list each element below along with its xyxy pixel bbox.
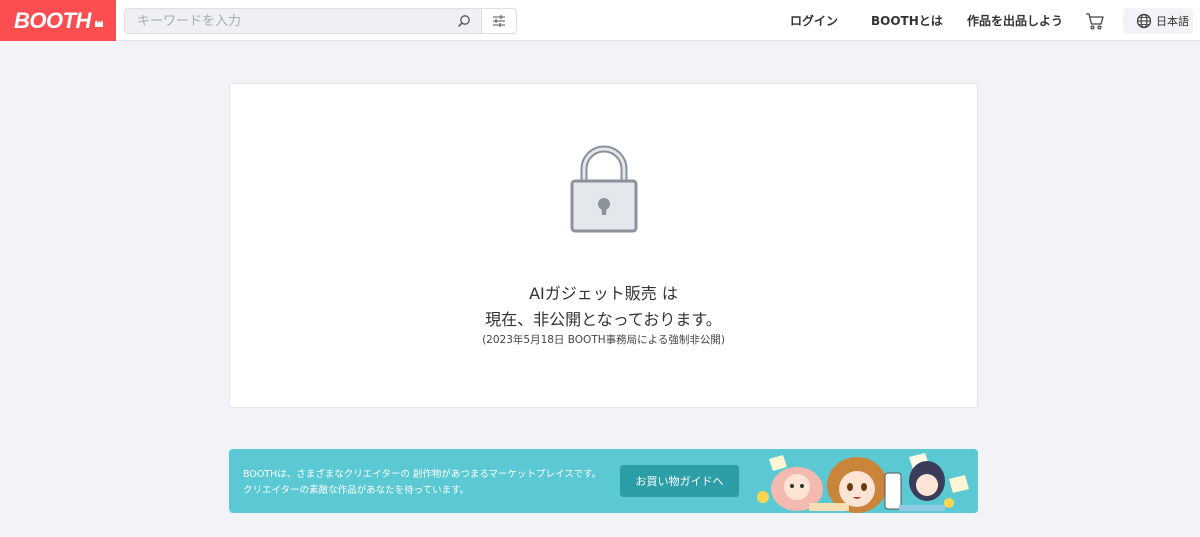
logo-mark-icon	[94, 17, 104, 31]
nav-about-link[interactable]: BOOTHとは	[871, 12, 943, 29]
characters-illustration	[749, 449, 978, 513]
language-selector[interactable]: 日本語	[1123, 8, 1193, 34]
shopping-guide-button[interactable]: お買い物ガイドへ	[620, 465, 739, 497]
notice-message: 現在、非公開となっております。	[485, 310, 722, 329]
sliders-icon[interactable]	[481, 9, 516, 33]
booth-logo[interactable]: BOOTH	[0, 0, 116, 41]
nav-login-link[interactable]: ログイン	[790, 12, 838, 29]
banner-line2: クリエイターの素敵な作品があなたを待っています。	[243, 485, 470, 496]
logo-text: BOOTH	[14, 7, 91, 33]
notice-title: AIガジェット販売 は	[529, 284, 678, 303]
search-input[interactable]	[125, 9, 447, 33]
search-icon[interactable]	[447, 9, 481, 33]
language-label: 日本語	[1156, 15, 1189, 28]
banner-text: BOOTHは、さまざまなクリエイターの 創作物があつまるマーケットプレイスです。…	[243, 467, 601, 499]
notice-note: (2023年5月18日 BOOTH事務局による強制非公開)	[482, 334, 725, 346]
globe-icon	[1136, 13, 1152, 29]
nav-sell-link[interactable]: 作品を出品しよう	[967, 12, 1063, 29]
cart-icon[interactable]	[1085, 11, 1105, 31]
header: BOOTH ログイン BOOTHとは 作品を出品しよう	[0, 0, 1200, 41]
search-box	[124, 8, 517, 34]
private-notice-card: AIガジェット販売 は 現在、非公開となっております。 (2023年5月18日 …	[229, 83, 978, 408]
banner-line1: BOOTHは、さまざまなクリエイターの 創作物があつまるマーケットプレイスです。	[243, 469, 602, 480]
shopping-guide-banner: BOOTHは、さまざまなクリエイターの 創作物があつまるマーケットプレイスです。…	[229, 449, 978, 513]
lock-icon	[570, 145, 638, 233]
